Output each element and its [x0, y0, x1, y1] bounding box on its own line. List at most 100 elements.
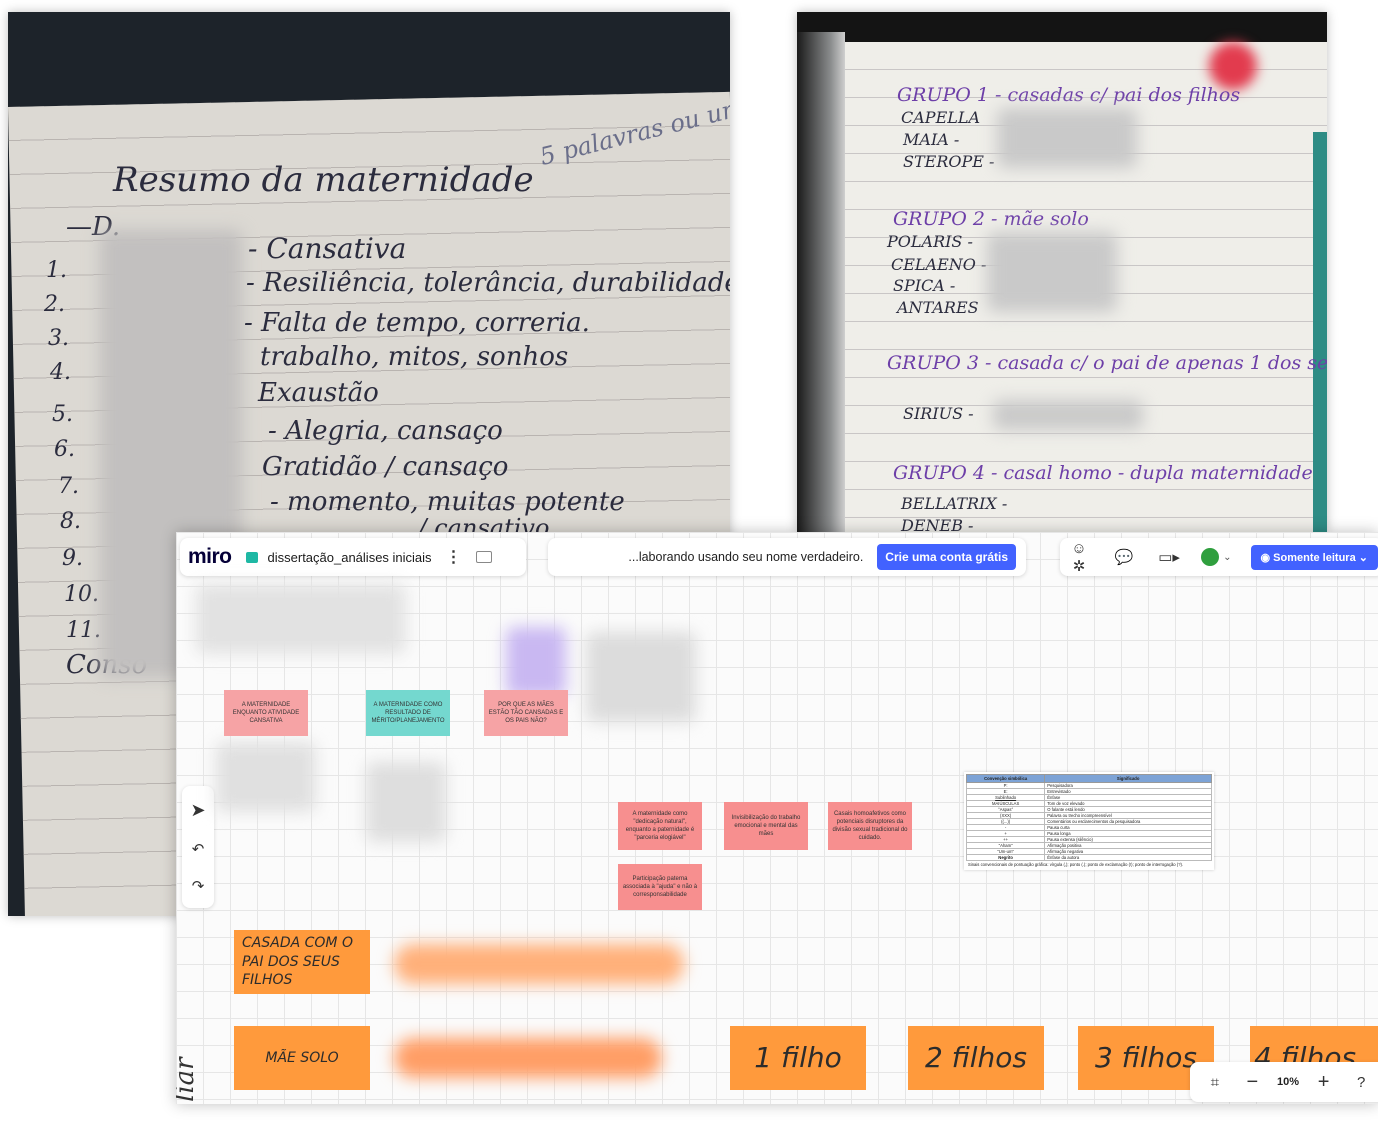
comment-icon[interactable]: 💬: [1111, 548, 1137, 566]
sticky-note[interactable]: Participação paterna associada à "ajuda"…: [618, 864, 702, 910]
signup-button[interactable]: Crie uma conta grátis: [877, 544, 1016, 570]
reactions-icon[interactable]: ☺✲: [1066, 540, 1092, 575]
note-title: Resumo da maternidade: [113, 160, 534, 200]
redacted-group-3: [993, 400, 1143, 430]
board-header: miro dissertação_análises iniciais ⋮: [180, 538, 526, 576]
note-answer: - Falta de tempo, correria.: [244, 308, 590, 338]
redo-icon[interactable]: ↷: [185, 877, 211, 895]
group-member: SPICA -: [893, 276, 956, 295]
note-number: 9.: [62, 546, 83, 571]
row-label-single-mother[interactable]: MÃE SOLO: [234, 1026, 370, 1090]
note-answer: - momento, muitas potente: [270, 487, 625, 517]
column-label[interactable]: 1 filho: [730, 1026, 866, 1090]
group-heading: GRUPO 2 - mãe solo: [893, 208, 1089, 230]
avatar[interactable]: ⌄: [1201, 548, 1231, 566]
group-member: BELLATRIX -: [901, 494, 1008, 513]
board-title[interactable]: dissertação_análises iniciais: [268, 550, 432, 565]
eye-icon: ◉: [1260, 551, 1274, 564]
note-number: 5.: [52, 402, 73, 427]
note-number: 7.: [58, 474, 79, 499]
note-answer: - Alegria, cansaço: [268, 416, 503, 446]
fit-to-screen-icon[interactable]: ⌗: [1202, 1074, 1228, 1091]
video-icon[interactable]: ▭▸: [1156, 548, 1182, 566]
group-heading: GRUPO 3 - casada c/ o pai de apenas 1 do…: [887, 352, 1327, 374]
group-member: CELAENO -: [891, 255, 987, 274]
chevron-down-icon: ⌄: [1223, 551, 1232, 563]
redacted-area: [216, 742, 316, 812]
zoom-controls: ⌗ − 10% + ?: [1190, 1062, 1378, 1102]
board-icon: [245, 551, 258, 563]
zoom-out-icon[interactable]: −: [1239, 1071, 1265, 1094]
group-member: POLARIS -: [887, 232, 973, 251]
select-cursor-icon[interactable]: ➤: [185, 800, 211, 821]
redacted-stickies: [394, 944, 684, 984]
note-answer: Exaustão: [258, 378, 379, 408]
group-member: MAIA -: [903, 130, 960, 149]
sticky-note[interactable]: Casais homoafetivos como potenciais disr…: [828, 802, 912, 850]
read-only-label: Somente leitura: [1273, 551, 1356, 564]
legend-header: Convenção simbólica: [965, 774, 1046, 783]
redacted-area: [366, 762, 446, 842]
redacted-group-1: [997, 108, 1137, 168]
legend-symbol: Negrito: [965, 854, 1046, 862]
chevron-down-icon: ⌄: [1355, 551, 1368, 564]
note-answer: Gratidão / cansaço: [262, 452, 509, 482]
redacted-area: [586, 632, 696, 722]
sticky-note[interactable]: A maternidade como "dedicação natural", …: [618, 802, 702, 850]
legend-meaning: Ênfase da autora: [1044, 854, 1212, 862]
redacted-area: [506, 627, 566, 697]
note-number: 1.: [46, 258, 67, 283]
note-number: 2.: [44, 292, 65, 317]
sticky-note[interactable]: Invisibilização do trabalho emocional e …: [724, 802, 808, 850]
board-menu-icon[interactable]: ⋮: [446, 547, 462, 567]
export-icon[interactable]: [475, 551, 492, 563]
group-heading: GRUPO 1 - casadas c/ pai dos filhos: [897, 84, 1241, 106]
group-heading: GRUPO 4 - casal homo - dupla maternidade: [893, 462, 1313, 484]
legend-header: Significado: [1044, 774, 1212, 783]
legend-table: Convenção simbólica Significado P: Pesqui…: [965, 774, 1212, 862]
group-member: STEROPE -: [903, 152, 995, 171]
notebook-spine: [797, 32, 845, 532]
note-number: 6.: [54, 437, 75, 462]
group-member: DENEB -: [901, 516, 974, 532]
miro-board[interactable]: miro dissertação_análises iniciais ⋮ ...…: [176, 532, 1378, 1104]
guest-notice-bar: ...laborando usando seu nome verdadeiro.…: [548, 538, 1026, 576]
note-answer: - Resiliência, tolerância, durabilidade: [246, 268, 730, 298]
zoom-in-icon[interactable]: +: [1311, 1071, 1337, 1094]
redacted-group-2: [987, 232, 1117, 312]
cutoff-text: liar: [176, 1057, 200, 1102]
legend-header-row: Convenção simbólica Significado: [965, 774, 1212, 783]
tool-palette: ➤ ↶ ↷: [182, 786, 214, 908]
note-number: 4.: [50, 360, 71, 385]
help-icon[interactable]: ?: [1348, 1074, 1374, 1091]
miro-logo[interactable]: miro: [188, 545, 232, 569]
undo-icon[interactable]: ↶: [185, 840, 211, 858]
group-member: ANTARES: [897, 298, 979, 317]
note-number: 10.: [64, 582, 99, 607]
sticky-note[interactable]: A MATERNIDADE COMO RESULTADO DE MÉRITO/P…: [366, 690, 450, 736]
sticky-note[interactable]: A MATERNIDADE ENQUANTO ATIVIDADE CANSATI…: [224, 690, 308, 736]
redacted-area: [196, 584, 406, 654]
note-answer: trabalho, mitos, sonhos: [260, 342, 569, 372]
collaboration-toolbar: ☺✲ 💬 ▭▸ ⌄ ◉ Somente leitura ⌄: [1060, 538, 1378, 576]
bookmark-ribbon: [1313, 132, 1327, 532]
row-label-married[interactable]: CASADA COM O PAI DOS SEUS FILHOS: [234, 930, 370, 994]
redacted-stickies: [394, 1038, 662, 1078]
sticky-note[interactable]: POR QUE AS MÃES ESTÃO TÃO CANSADAS E OS …: [484, 690, 568, 736]
legend-footnote: Sinais convencionais de pontuação gráfic…: [968, 862, 1184, 868]
zoom-level[interactable]: 10%: [1277, 1076, 1299, 1088]
note-answer: - Cansativa: [248, 232, 407, 265]
note-number: 11.: [66, 618, 101, 643]
table-row: Negrito Ênfase da autora: [965, 854, 1212, 862]
group-member: SIRIUS -: [903, 404, 974, 423]
note-number: 8.: [60, 509, 81, 534]
column-label[interactable]: 2 filhos: [908, 1026, 1044, 1090]
redacted-red-mark: [1209, 42, 1257, 90]
read-only-button[interactable]: ◉ Somente leitura ⌄: [1250, 544, 1378, 570]
group-member: CAPELLA: [901, 108, 981, 127]
notebook-photo-right: GRUPO 1 - casadas c/ pai dos filhos CAPE…: [797, 12, 1327, 532]
transcription-legend-table[interactable]: Convenção simbólica Significado P: Pesqui…: [964, 772, 1214, 871]
guest-notice-text: ...laborando usando seu nome verdadeiro.: [628, 550, 864, 564]
user-icon: [1201, 548, 1220, 566]
note-number: 3.: [48, 326, 69, 351]
